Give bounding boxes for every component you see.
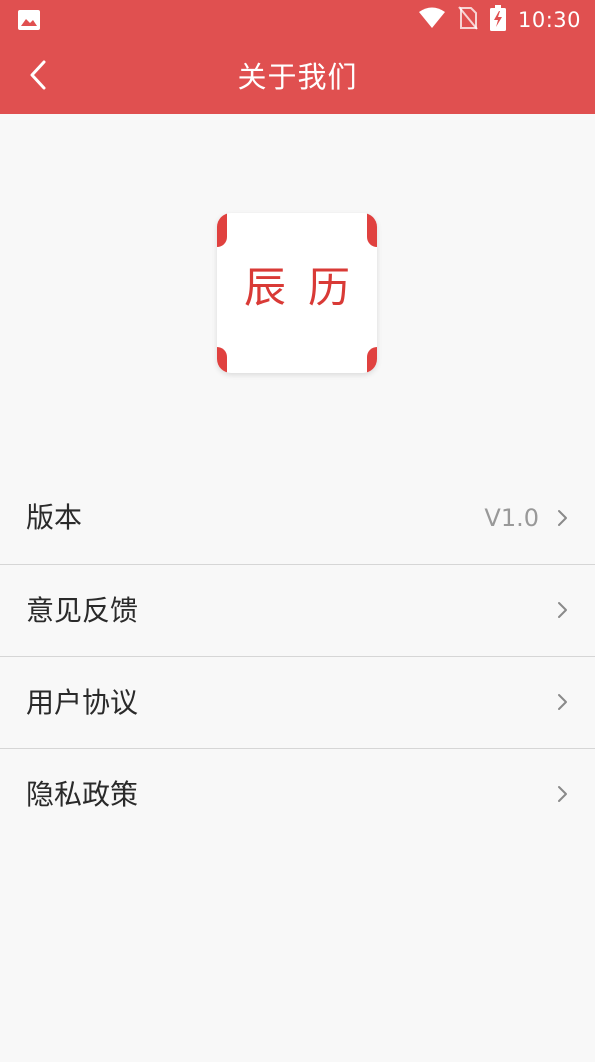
logo-text: 辰历: [243, 263, 372, 312]
menu-item-version[interactable]: 版本 V1.0: [0, 473, 595, 565]
menu-item-label: 用户协议: [26, 686, 139, 719]
app-bar: 关于我们: [0, 40, 595, 114]
no-sim-icon: [458, 6, 478, 34]
chevron-right-icon: [557, 693, 569, 711]
gallery-icon: [18, 10, 40, 34]
battery-charging-icon: [489, 5, 506, 35]
app-logo: 辰历: [217, 213, 377, 373]
settings-menu: 版本 V1.0 意见反馈 用户协议 隐私政策: [0, 473, 595, 840]
status-time: 10:30: [517, 8, 581, 32]
version-value: V1.0: [484, 504, 539, 532]
menu-item-user-agreement[interactable]: 用户协议: [0, 657, 595, 749]
menu-item-feedback[interactable]: 意见反馈: [0, 565, 595, 657]
status-bar: 10:30: [0, 0, 595, 40]
menu-item-label: 意见反馈: [26, 594, 139, 627]
menu-item-label: 版本: [26, 501, 83, 534]
chevron-right-icon: [557, 509, 569, 527]
chevron-right-icon: [557, 785, 569, 803]
wifi-icon: [418, 7, 446, 33]
chevron-right-icon: [557, 601, 569, 619]
page-title: 关于我们: [237, 60, 358, 94]
menu-item-privacy-policy[interactable]: 隐私政策: [0, 749, 595, 840]
menu-item-label: 隐私政策: [26, 778, 139, 811]
